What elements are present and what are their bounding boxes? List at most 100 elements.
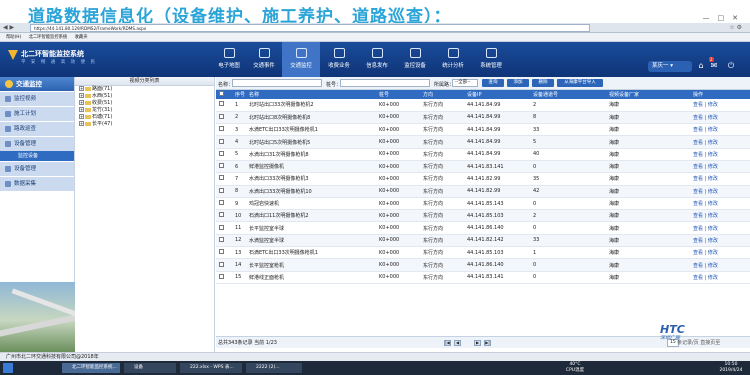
cell-actions[interactable]: 查看 | 修改 — [690, 271, 750, 284]
nav-traffic-monitor[interactable]: 交通监控 — [282, 42, 320, 77]
cell-actions[interactable]: 查看 | 修改 — [690, 111, 750, 125]
name-input[interactable] — [232, 79, 322, 87]
sidebar-item-construction[interactable]: 施工计划 — [0, 107, 74, 121]
row-checkbox[interactable] — [216, 209, 232, 223]
window-controls[interactable]: —□✕ — [703, 14, 746, 22]
select-all-checkbox[interactable] — [216, 90, 232, 99]
tree-node[interactable]: + 石塘(71) — [75, 114, 214, 121]
search-button[interactable]: 查询 — [482, 79, 504, 87]
row-checkbox[interactable] — [216, 123, 232, 137]
next-page-button[interactable]: ▶ — [474, 340, 481, 346]
favorite-item[interactable]: 收藏夹 — [75, 33, 88, 42]
url-input[interactable]: https://44.141.80.129/RDMS2/FrameWork/RD… — [30, 24, 590, 32]
prev-page-button[interactable]: ◀ — [454, 340, 461, 346]
row-checkbox[interactable] — [216, 258, 232, 272]
row-checkbox[interactable] — [216, 234, 232, 248]
row-checkbox[interactable] — [216, 246, 232, 260]
nav-e-map[interactable]: 电子地图 — [210, 42, 248, 77]
cell-actions[interactable]: 查看 | 修改 — [690, 234, 750, 248]
row-checkbox[interactable] — [216, 271, 232, 284]
cell-actions[interactable]: 查看 | 修改 — [690, 258, 750, 272]
stake-input[interactable] — [340, 79, 430, 87]
table-row[interactable]: 4 北时站出口5次明摄像枪机5 K0+000 东行方向 44.141.84.99 5 海康查… — [216, 135, 750, 149]
table-row[interactable]: 8 水滴出口33次明摄像枪机10 K0+000 东行方向 44.141.82.99 42 海… — [216, 185, 750, 198]
sidebar-item-video[interactable]: 监控视频 — [0, 92, 74, 106]
cell-actions[interactable]: 查看 | 修改 — [690, 209, 750, 223]
table-row[interactable]: 6 鲜港监控摄像机 K0+000 东行方向 44.141.83.141 0 海康 查看 | 修… — [216, 160, 750, 174]
cell-stake: K0+000 — [376, 135, 420, 149]
row-checkbox[interactable] — [216, 160, 232, 174]
tree-node[interactable]: + 收费(51) — [75, 100, 214, 107]
table-row[interactable]: 10 石滴出口11次明摄像枪机2 K0+000 东行方向 44.141.85.103 2 海… — [216, 209, 750, 223]
sidebar-subitem-monitor-devices[interactable]: 监控设备 — [0, 151, 74, 161]
expand-icon[interactable]: + — [79, 114, 84, 119]
browser-tools-icon[interactable]: ☆ ⚙ — [729, 24, 742, 31]
first-page-button[interactable]: |◀ — [444, 340, 451, 346]
task-wps[interactable]: 222.xlsx - WPS 表... — [180, 363, 242, 373]
expand-icon[interactable]: + — [79, 100, 84, 105]
cell-actions[interactable]: 查看 | 修改 — [690, 135, 750, 149]
task-monitor-system[interactable]: 北二环智能监控系统... — [62, 363, 120, 373]
sidebar-item-patrol[interactable]: 路政巡查 — [0, 122, 74, 136]
sidebar-item-data-collection[interactable]: 数据采集 — [0, 177, 74, 191]
cell-actions[interactable]: 查看 | 修改 — [690, 246, 750, 260]
tree-node[interactable]: + 长平(47) — [75, 121, 214, 128]
tree-node[interactable]: + 水西(51) — [75, 93, 214, 100]
table-row[interactable]: 7 水滴出口33次明摄像枪机3 K0+000 东行方向 44.141.82.99 35 海康… — [216, 172, 750, 186]
sidebar-item-device-mgmt[interactable]: 设备管理 — [0, 137, 74, 151]
favorite-item[interactable]: 帮助(H) — [6, 33, 21, 42]
windows-start-icon[interactable] — [3, 363, 13, 373]
power-icon[interactable]: ⏻ — [724, 60, 738, 72]
nav-toll-business[interactable]: 收费业务 — [320, 42, 358, 77]
table-row[interactable]: 3 水滴ETC出口33次明摄像枪机1 K0+000 东行方向 44.141.84.99 3… — [216, 123, 750, 137]
expand-icon[interactable]: + — [79, 86, 84, 91]
task-settings[interactable]: 设备 — [124, 363, 176, 373]
table-row[interactable]: 2 北时站出口8次明摄像枪机8 K0+000 东行方向 44.141.84.99 8 海康查… — [216, 111, 750, 125]
cell-actions[interactable]: 查看 | 修改 — [690, 172, 750, 186]
cell-actions[interactable]: 查看 | 修改 — [690, 221, 750, 235]
sidebar-item-device-mgmt-2[interactable]: 设备管理 — [0, 162, 74, 176]
row-checkbox[interactable] — [216, 135, 232, 149]
direction-select[interactable]: --全部-- — [452, 79, 478, 87]
table-row[interactable]: 1 北时站出口33次明摄像枪机2 K0+000 东行方向 44.141.84.99 2 海康… — [216, 99, 750, 112]
expand-icon[interactable]: + — [79, 107, 84, 112]
cell-actions[interactable]: 查看 | 修改 — [690, 148, 750, 161]
cell-actions[interactable]: 查看 | 修改 — [690, 197, 750, 211]
nav-monitor-devices[interactable]: 监控设备 — [396, 42, 434, 77]
home-icon[interactable]: ⌂ — [694, 60, 708, 72]
task-folder[interactable]: 2222 (2)... — [246, 363, 302, 373]
last-page-button[interactable]: ▶| — [484, 340, 491, 346]
expand-icon[interactable]: + — [79, 121, 84, 126]
cell-actions[interactable]: 查看 | 修改 — [690, 99, 750, 112]
row-checkbox[interactable] — [216, 148, 232, 161]
table-row[interactable]: 14 长平监控室枪机 K0+000 东行方向 44.141.86.140 0 海康 查看 | … — [216, 258, 750, 272]
row-checkbox[interactable] — [216, 221, 232, 235]
back-forward-icon[interactable]: ◀ ▶ — [3, 24, 14, 31]
row-checkbox[interactable] — [216, 185, 232, 198]
tree-node[interactable]: + 路面(71) — [75, 86, 214, 93]
cell-actions[interactable]: 查看 | 修改 — [690, 185, 750, 198]
user-menu[interactable]: 某庆一 ▾ — [648, 61, 692, 72]
table-row[interactable]: 13 石滴ETC出口33次明摄像枪机1 K0+000 东行方向 44.141.85.10… — [216, 246, 750, 260]
table-row[interactable]: 11 长平监控室半球 K0+000 东行方向 44.141.86.140 0 海康 查看 | … — [216, 221, 750, 235]
tree-node[interactable]: + 龙竹(31) — [75, 107, 214, 114]
row-checkbox[interactable] — [216, 99, 232, 112]
delete-button[interactable]: 删除 — [532, 79, 554, 87]
row-checkbox[interactable] — [216, 111, 232, 125]
row-checkbox[interactable] — [216, 172, 232, 186]
add-button[interactable]: 添加 — [507, 79, 529, 87]
row-checkbox[interactable] — [216, 197, 232, 211]
nav-statistics[interactable]: 统计分析 — [434, 42, 472, 77]
cell-actions[interactable]: 查看 | 修改 — [690, 160, 750, 174]
table-row[interactable]: 15 鲜港线正面枪机 K0+000 东行方向 44.141.83.141 0 海康 查看 | … — [216, 271, 750, 284]
table-row[interactable]: 5 水滴出口31次明摄像枪机8 K0+000 东行方向 44.141.84.99 40 海康… — [216, 148, 750, 161]
cell-actions[interactable]: 查看 | 修改 — [690, 123, 750, 137]
table-row[interactable]: 9 鸡冠岩快速机 K0+000 东行方向 44.141.85.143 0 海康 查看 | 修改 — [216, 197, 750, 211]
nav-traffic-events[interactable]: 交通事件 — [245, 42, 283, 77]
nav-system-admin[interactable]: 系统管理 — [472, 42, 510, 77]
import-hikvision-button[interactable]: 从海康平台导入 — [557, 79, 603, 87]
table-row[interactable]: 12 水滴监控室半球 K0+000 东行方向 44.141.82.142 33 海康 查看 |… — [216, 234, 750, 248]
expand-icon[interactable]: + — [79, 93, 84, 98]
favorite-item[interactable]: 北二环智能监控系统 — [29, 33, 68, 42]
nav-info-publish[interactable]: 信息发布 — [358, 42, 396, 77]
